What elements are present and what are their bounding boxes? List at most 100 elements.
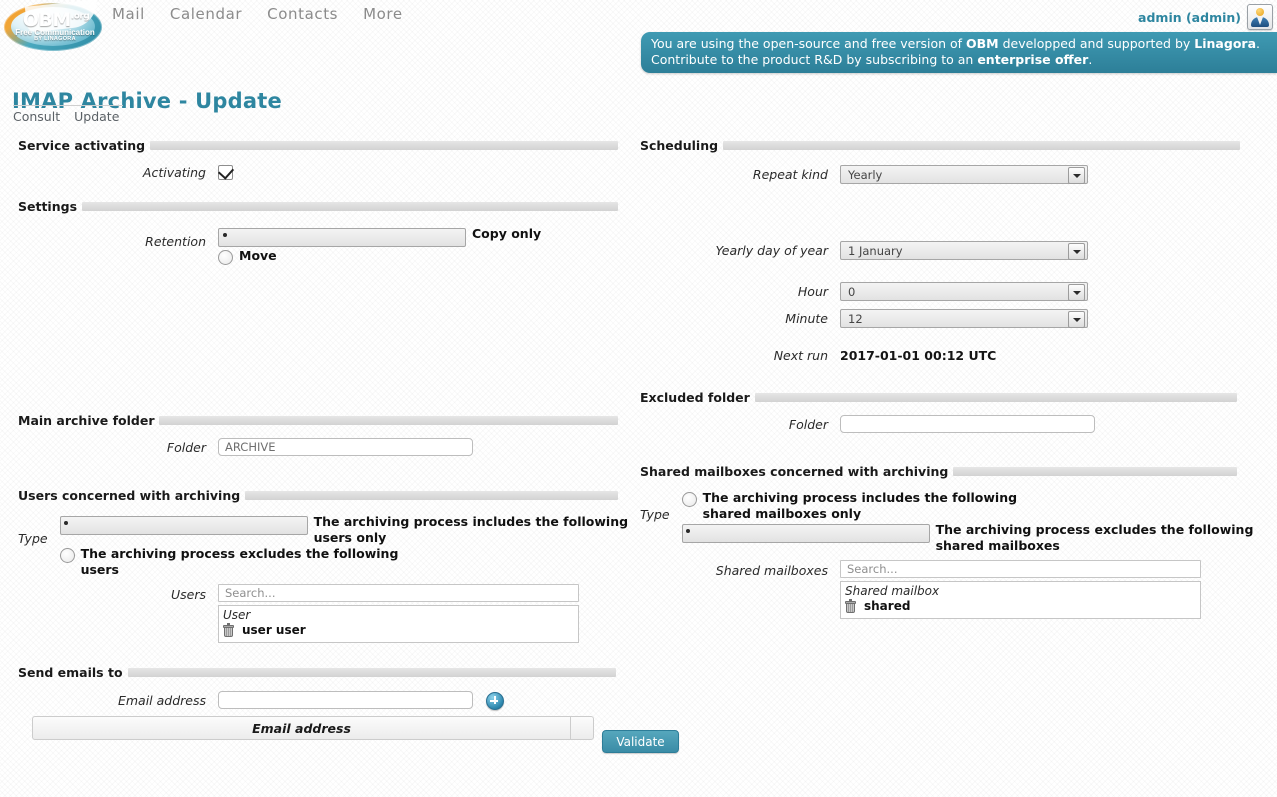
nav-item-contacts[interactable]: Contacts [267,5,338,23]
users-list-header: User [223,608,251,623]
main-archive-folder-control [218,438,618,457]
repeat-kind-select[interactable]: Yearly [840,165,1088,184]
row-users-list: Users User user user [18,584,618,644]
row-users-type: Type The archiving process includes the … [18,514,628,578]
chevron-down-icon[interactable] [1068,167,1085,184]
yearly-day-control: 1 January [840,241,1240,260]
users-type-option-exclude[interactable]: The archiving process excludes the follo… [59,546,632,577]
plus-circle-icon[interactable] [486,692,505,711]
banner-text-obm: OBM [966,36,999,51]
section-users-concerned-title: Users concerned with archiving [18,488,241,504]
hour-control: 0 [840,282,1240,301]
logo-byline: BY LINAGORA [34,36,76,43]
shared-mailboxes-list-header: Shared mailbox [845,584,940,598]
radio-copy-only[interactable] [218,228,466,248]
hour-select[interactable]: 0 [840,282,1088,301]
main-archive-folder-label: Folder [166,439,206,455]
retention-option-move[interactable]: Move [218,248,618,266]
radio-move[interactable] [218,250,233,266]
nav-item-mail[interactable]: Mail [112,5,145,23]
row-main-archive-folder: Folder [18,438,618,457]
chevron-down-icon[interactable] [1068,243,1085,260]
email-address-table-header: Email address [252,720,351,736]
main-archive-folder-input[interactable] [218,438,473,457]
yearly-day-select[interactable]: 1 January [840,241,1088,260]
hour-label: Hour [797,284,828,299]
repeat-kind-value: Yearly [848,167,883,182]
section-main-archive-folder-title: Main archive folder [18,413,155,429]
banner-text-1e: . [1256,36,1260,51]
retention-label: Retention [145,234,206,250]
radio-users-include-label: The archiving process includes the follo… [313,514,629,545]
shared-mailboxes-search-input[interactable] [840,560,1201,578]
section-shared-mailboxes-header: Shared mailboxes concerned with archivin… [640,464,1237,479]
radio-move-label: Move [239,248,277,264]
nav-item-calendar[interactable]: Calendar [170,5,242,23]
activating-control [218,165,618,181]
tab-update[interactable]: Update [74,109,119,124]
users-search-input[interactable] [218,584,579,603]
section-settings-header: Settings [18,199,618,214]
user-name-label[interactable]: admin (admin) [1138,10,1241,25]
section-rule [82,202,618,212]
excluded-folder-input[interactable] [840,415,1095,433]
chevron-down-icon[interactable] [1068,284,1085,301]
users-type-option-include[interactable]: The archiving process includes the follo… [59,514,632,545]
hour-value: 0 [848,284,856,299]
trash-icon[interactable] [223,622,234,637]
retention-option-copy-only[interactable]: Copy only [218,226,618,248]
banner-link-enterprise-offer[interactable]: enterprise offer [977,52,1088,67]
row-yearly-day: Yearly day of year 1 January [640,241,1240,260]
logo-org-suffix: .org [70,11,90,22]
open-source-notice-banner: You are using the open-source and free v… [641,32,1277,73]
repeat-kind-label: Repeat kind [752,167,828,182]
list-item[interactable]: shared [845,598,1196,613]
excluded-folder-label: Folder [788,416,828,432]
radio-users-exclude[interactable] [59,548,75,564]
section-excluded-folder-title: Excluded folder [640,390,750,405]
list-item-label: user user [242,623,306,638]
trash-icon[interactable] [845,598,856,613]
list-item[interactable]: user user [223,622,574,638]
email-address-input[interactable] [218,691,473,710]
users-field-label: Users [170,587,206,603]
email-address-label: Email address [117,693,206,709]
shared-type-option-include[interactable]: The archiving process includes the follo… [681,490,1254,521]
radio-shared-exclude-label: The archiving process excludes the follo… [935,522,1254,553]
shared-type-option-exclude[interactable]: The archiving process excludes the follo… [681,522,1254,553]
obm-logo[interactable]: OBM.org Free Communication BY LINAGORA [2,0,104,54]
row-excluded-folder: Folder [640,415,1240,433]
banner-line-1: You are using the open-source and free v… [651,36,1269,52]
row-activating: Activating [18,165,618,181]
section-main-archive-folder-header: Main archive folder [18,413,618,428]
validate-button[interactable]: Validate [602,730,679,753]
banner-text-2a: Contribute to the product R&D by subscri… [651,52,978,67]
main-navigation: Mail Calendar Contacts More [112,5,403,23]
tab-consult[interactable]: Consult [13,109,60,124]
shared-mailboxes-list: Shared mailbox shared [840,581,1201,619]
chevron-down-icon[interactable] [1068,311,1085,328]
nav-item-more[interactable]: More [363,5,403,23]
top-header: OBM.org Free Communication BY LINAGORA M… [0,0,1277,73]
section-scheduling-header: Scheduling [640,138,1240,153]
section-shared-mailboxes-title: Shared mailboxes concerned with archivin… [640,464,949,479]
email-address-table-action-column [570,717,593,740]
excluded-folder-control [840,415,1240,433]
banner-text-1c: developped and supported by [998,36,1195,51]
activating-checkbox[interactable] [218,165,233,181]
email-address-table: Email address [32,716,594,741]
minute-select[interactable]: 12 [840,309,1088,328]
avatar[interactable] [1247,4,1273,30]
radio-shared-exclude[interactable] [681,524,930,543]
right-column: Scheduling Repeat kind Yearly Yearly day… [640,138,1253,619]
row-retention: Retention Copy only Move [18,226,618,266]
section-service-activating-title: Service activating [18,138,146,153]
user-menu[interactable]: admin (admin) [1138,4,1273,30]
banner-text-2c: . [1088,52,1093,67]
radio-shared-include[interactable] [681,492,697,507]
shared-mailboxes-field-label: Shared mailboxes [715,563,828,578]
radio-users-include[interactable] [59,516,308,536]
section-service-activating-header: Service activating [18,138,618,153]
yearly-day-label: Yearly day of year [715,243,828,258]
section-excluded-folder-header: Excluded folder [640,390,1237,405]
